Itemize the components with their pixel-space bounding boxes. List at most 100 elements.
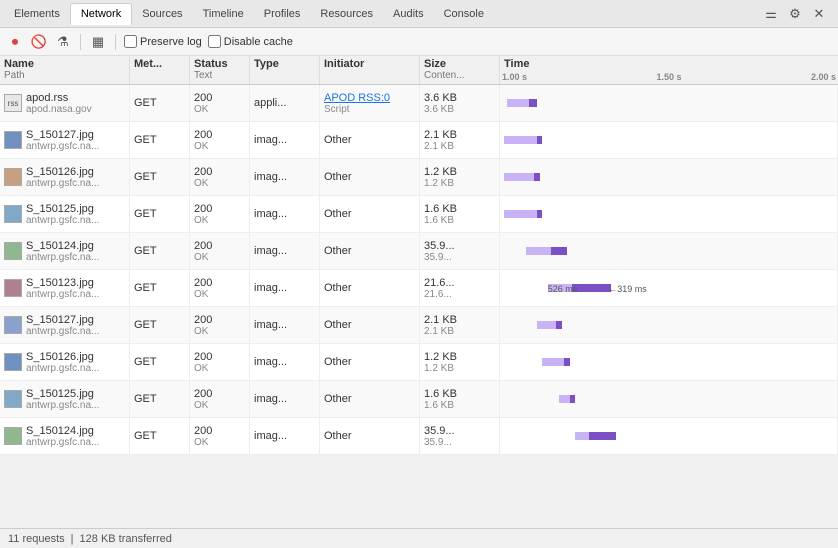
- network-toolbar: ⏺ 🚫 ⚗ ▦ Preserve log Disable cache: [0, 28, 838, 56]
- td-size: 35.9... 35.9...: [420, 233, 500, 269]
- status-bar: 11 requests | 128 KB transferred: [0, 528, 838, 548]
- tab-audits[interactable]: Audits: [383, 4, 434, 24]
- bar-waiting: [504, 210, 537, 218]
- th-initiator[interactable]: Initiator: [320, 56, 420, 84]
- td-type: imag...: [250, 344, 320, 380]
- table-row[interactable]: S_150126.jpg antwrp.gsfc.na... GET 200 O…: [0, 159, 838, 196]
- file-name: S_150124.jpg: [26, 240, 99, 252]
- th-status[interactable]: Status Text: [190, 56, 250, 84]
- td-method: GET: [130, 233, 190, 269]
- file-thumbnail: [4, 131, 22, 149]
- bar-waiting: [542, 358, 564, 366]
- disable-cache-checkbox[interactable]: [208, 35, 221, 48]
- table-row[interactable]: S_150125.jpg antwrp.gsfc.na... GET 200 O…: [0, 196, 838, 233]
- td-size: 21.6... 21.6...: [420, 270, 500, 306]
- file-path: antwrp.gsfc.na...: [26, 437, 99, 448]
- size-text: 21.6...: [424, 277, 495, 289]
- method-text: GET: [134, 393, 185, 405]
- td-type: imag...: [250, 159, 320, 195]
- td-status: 200 OK: [190, 122, 250, 158]
- file-name: S_150126.jpg: [26, 351, 99, 363]
- td-name: S_150127.jpg antwrp.gsfc.na...: [0, 122, 130, 158]
- th-timeline[interactable]: Time 1.00 s 1.50 s 2.00 s: [500, 56, 838, 84]
- bar-waiting: [504, 173, 534, 181]
- filter-button[interactable]: ⚗: [54, 33, 72, 51]
- td-size: 3.6 KB 3.6 KB: [420, 85, 500, 121]
- tab-timeline[interactable]: Timeline: [193, 4, 254, 24]
- table-row[interactable]: S_150124.jpg antwrp.gsfc.na... GET 200 O…: [0, 233, 838, 270]
- initiator-text: Other: [324, 134, 415, 146]
- preserve-log-label[interactable]: Preserve log: [124, 35, 202, 48]
- table-row[interactable]: rss apod.rss apod.nasa.gov GET 200 OK ap…: [0, 85, 838, 122]
- td-method: GET: [130, 270, 190, 306]
- th-name[interactable]: Name Path: [0, 56, 130, 84]
- size-sub: 1.2 KB: [424, 363, 495, 374]
- file-name: S_150127.jpg: [26, 314, 99, 326]
- td-size: 1.6 KB 1.6 KB: [420, 381, 500, 417]
- initiator-text: Other: [324, 282, 415, 294]
- td-method: GET: [130, 307, 190, 343]
- th-type[interactable]: Type: [250, 56, 320, 84]
- record-button[interactable]: ⏺: [6, 33, 24, 51]
- size-sub: 2.1 KB: [424, 141, 495, 152]
- type-text: imag...: [254, 356, 315, 368]
- tab-network[interactable]: Network: [70, 3, 132, 25]
- td-timeline: [500, 122, 838, 158]
- file-thumbnail: [4, 427, 22, 445]
- method-text: GET: [134, 245, 185, 257]
- file-path: antwrp.gsfc.na...: [26, 141, 99, 152]
- initiator-text: Other: [324, 245, 415, 257]
- td-initiator: Other: [320, 418, 420, 454]
- close-icon[interactable]: ✕: [810, 5, 828, 23]
- bar-receiving: [564, 358, 570, 366]
- type-text: imag...: [254, 134, 315, 146]
- tab-sources[interactable]: Sources: [132, 4, 192, 24]
- file-name: S_150126.jpg: [26, 166, 99, 178]
- bar-label: 526 ms: [548, 284, 578, 294]
- td-size: 1.2 KB 1.2 KB: [420, 159, 500, 195]
- tab-console[interactable]: Console: [434, 4, 494, 24]
- file-path: antwrp.gsfc.na...: [26, 400, 99, 411]
- settings-icon[interactable]: ⚙: [786, 5, 804, 23]
- td-method: GET: [130, 196, 190, 232]
- table-row[interactable]: S_150123.jpg antwrp.gsfc.na... GET 200 O…: [0, 270, 838, 307]
- timeline-track: [504, 355, 833, 369]
- file-name: S_150125.jpg: [26, 388, 99, 400]
- table-row[interactable]: S_150127.jpg antwrp.gsfc.na... GET 200 O…: [0, 307, 838, 344]
- preserve-log-checkbox[interactable]: [124, 35, 137, 48]
- size-text: 1.6 KB: [424, 388, 495, 400]
- clear-button[interactable]: 🚫: [30, 33, 48, 51]
- status-code: 200: [194, 203, 245, 215]
- initiator-text: Other: [324, 430, 415, 442]
- td-status: 200 OK: [190, 418, 250, 454]
- type-text: imag...: [254, 282, 315, 294]
- size-text: 1.2 KB: [424, 166, 495, 178]
- size-text: 1.6 KB: [424, 203, 495, 215]
- tab-profiles[interactable]: Profiles: [254, 4, 311, 24]
- td-type: imag...: [250, 418, 320, 454]
- th-size[interactable]: Size Conten...: [420, 56, 500, 84]
- tab-elements[interactable]: Elements: [4, 4, 70, 24]
- file-path: antwrp.gsfc.na...: [26, 326, 99, 337]
- file-thumbnail: [4, 353, 22, 371]
- td-size: 2.1 KB 2.1 KB: [420, 122, 500, 158]
- file-thumbnail: [4, 279, 22, 297]
- status-text: OK: [194, 326, 245, 337]
- disable-cache-label[interactable]: Disable cache: [208, 35, 293, 48]
- table-row[interactable]: S_150125.jpg antwrp.gsfc.na... GET 200 O…: [0, 381, 838, 418]
- group-button[interactable]: ▦: [89, 33, 107, 51]
- table-row[interactable]: S_150124.jpg antwrp.gsfc.na... GET 200 O…: [0, 418, 838, 455]
- table-row[interactable]: S_150126.jpg antwrp.gsfc.na... GET 200 O…: [0, 344, 838, 381]
- bar-receiving: [556, 321, 562, 329]
- initiator-link[interactable]: APOD RSS:0: [324, 92, 415, 104]
- td-timeline: [500, 233, 838, 269]
- status-code: 200: [194, 277, 245, 289]
- td-name: S_150125.jpg antwrp.gsfc.na...: [0, 381, 130, 417]
- table-row[interactable]: S_150127.jpg antwrp.gsfc.na... GET 200 O…: [0, 122, 838, 159]
- td-timeline: 526 ms←319 ms: [500, 270, 838, 306]
- dock-icon[interactable]: ⚌: [762, 5, 780, 23]
- tab-resources[interactable]: Resources: [310, 4, 383, 24]
- th-method[interactable]: Met...: [130, 56, 190, 84]
- method-text: GET: [134, 97, 185, 109]
- td-method: GET: [130, 85, 190, 121]
